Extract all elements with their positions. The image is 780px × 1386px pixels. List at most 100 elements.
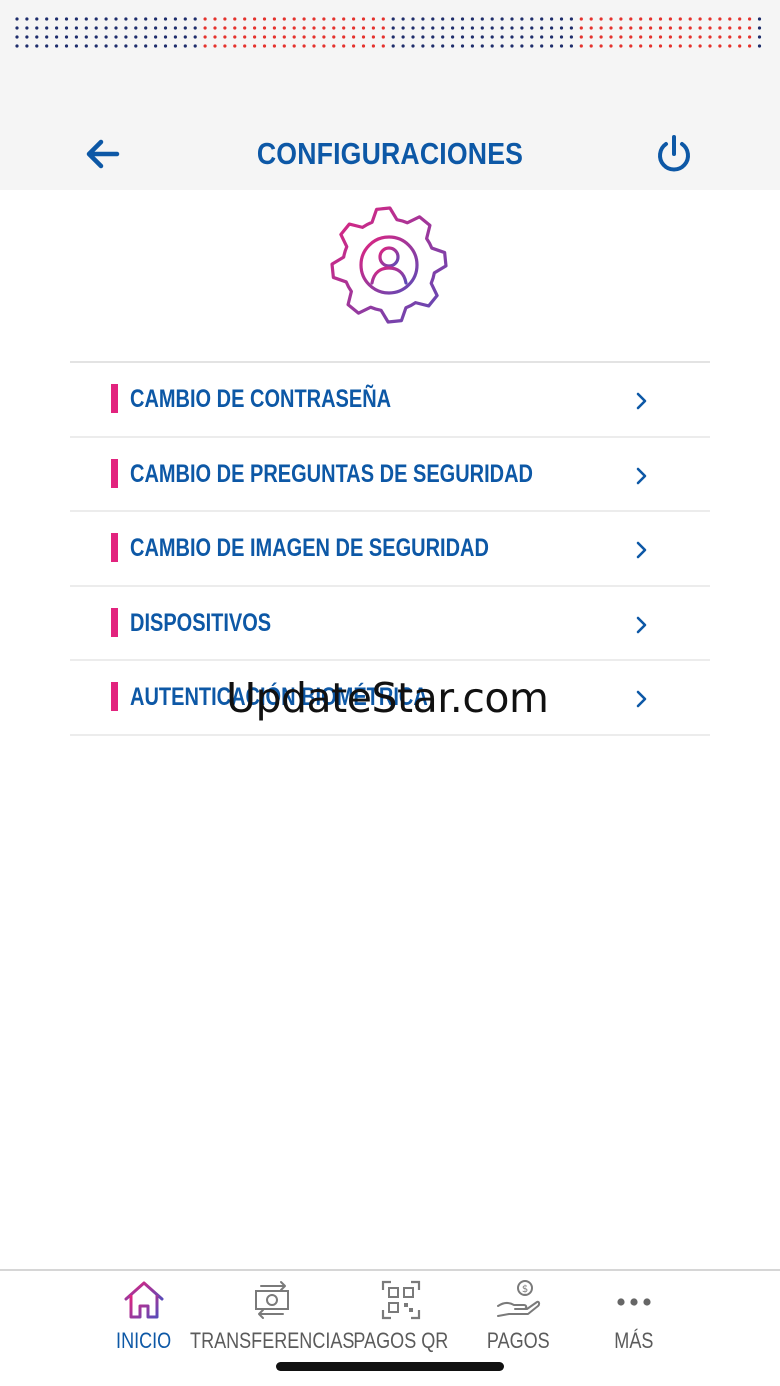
- menu-item-accent: [111, 607, 118, 637]
- menu-item-change-security-questions[interactable]: CAMBIO DE PREGUNTAS DE SEGURIDAD: [70, 438, 710, 512]
- decor-dot: [609, 35, 613, 39]
- decor-dot: [253, 26, 257, 30]
- page-title: CONFIGURACIONES: [256, 136, 524, 171]
- decor-dot: [639, 17, 643, 21]
- decor-dot: [668, 44, 673, 48]
- menu-item-change-password[interactable]: CAMBIO DE CONTRASEÑA: [70, 363, 710, 438]
- decor-dot: [401, 44, 405, 48]
- tab-transferencias[interactable]: TRANSFERENCIAS: [190, 1271, 354, 1371]
- decor-dot: [104, 44, 108, 48]
- decor-dot: [35, 26, 39, 30]
- decor-dot: [114, 44, 118, 48]
- decor-dot: [183, 44, 187, 48]
- decor-dot: [678, 26, 682, 30]
- decor-dot: [451, 26, 455, 30]
- decor-dot: [342, 44, 346, 48]
- decor-dot: [352, 35, 356, 39]
- decor-dot: [757, 44, 762, 48]
- decor-dot: [154, 44, 158, 48]
- decor-dot: [411, 35, 415, 39]
- decor-dot: [480, 44, 484, 48]
- decor-dot: [510, 26, 514, 30]
- decor-dot: [223, 26, 227, 30]
- tab-inicio[interactable]: INICIO: [98, 1271, 190, 1371]
- decor-dot: [649, 26, 653, 30]
- decor-dot: [15, 44, 19, 48]
- decor-dot: [569, 44, 574, 48]
- decor-dot: [213, 44, 217, 48]
- decor-dot: [104, 35, 108, 39]
- tab-mas[interactable]: MÁS: [588, 1271, 680, 1371]
- decor-dot: [15, 26, 19, 30]
- decor-dot: [243, 44, 247, 48]
- decor-dot: [223, 17, 227, 21]
- decor-dot: [708, 35, 712, 39]
- decor-dot: [94, 26, 98, 30]
- tab-pagos[interactable]: $ PAGOS: [472, 1271, 564, 1371]
- decor-dot: [213, 26, 217, 30]
- decor-dot: [559, 44, 564, 48]
- tab-pagos-qr[interactable]: PAGOS QR: [350, 1271, 452, 1371]
- decor-dot: [748, 35, 752, 39]
- decor-dot: [233, 17, 237, 21]
- decor-dot: [569, 26, 574, 30]
- decor-dot: [183, 26, 187, 30]
- decor-dot: [144, 26, 148, 30]
- decor-dot: [154, 17, 158, 21]
- menu-item-label: CAMBIO DE PREGUNTAS DE SEGURIDAD: [130, 459, 533, 488]
- tab-label: INICIO: [116, 1328, 172, 1353]
- decor-dot: [55, 44, 59, 48]
- logout-button[interactable]: [650, 132, 698, 176]
- back-button[interactable]: [78, 134, 126, 174]
- decor-dot: [451, 35, 455, 39]
- decor-dot: [668, 26, 673, 30]
- decor-dot: [203, 35, 207, 39]
- decor-dot: [163, 44, 168, 48]
- decor-dot: [154, 26, 158, 30]
- decor-dot: [381, 35, 385, 39]
- menu-item-label: DISPOSITIVOS: [130, 608, 272, 637]
- decor-dot: [748, 44, 752, 48]
- decor-dot: [579, 17, 583, 21]
- decor-dot: [688, 44, 692, 48]
- decor-dot: [84, 26, 88, 30]
- decor-dot: [64, 35, 69, 39]
- decor-dot: [728, 26, 732, 30]
- decor-dot: [688, 35, 692, 39]
- decor-dot: [421, 44, 425, 48]
- decor-dot: [708, 26, 712, 30]
- decor-dot: [658, 35, 663, 39]
- decor-dot: [629, 26, 633, 30]
- decor-dot: [25, 35, 29, 39]
- decor-dot: [629, 17, 633, 21]
- decor-dot: [262, 35, 267, 39]
- decor-dot: [609, 17, 613, 21]
- svg-text:$: $: [522, 1284, 528, 1295]
- decor-dot: [114, 35, 118, 39]
- decor-dot: [282, 44, 286, 48]
- more-dots-icon: [617, 1298, 651, 1306]
- decor-dot: [55, 26, 59, 30]
- decor-dot: [441, 35, 445, 39]
- decor-dot: [361, 17, 366, 21]
- decor-dot: [213, 17, 217, 21]
- decor-dot: [84, 35, 88, 39]
- hand-coin-icon: $: [497, 1280, 541, 1317]
- decor-dot: [312, 35, 316, 39]
- chevron-right-icon: [636, 392, 647, 410]
- menu-item-devices[interactable]: DISPOSITIVOS: [70, 587, 710, 661]
- decor-dot: [292, 35, 296, 39]
- decor-dot: [342, 35, 346, 39]
- decor-dot: [233, 44, 237, 48]
- decor-dot: [431, 17, 435, 21]
- decor-dot: [371, 17, 375, 21]
- decor-dot: [520, 26, 524, 30]
- decor-dot: [203, 44, 207, 48]
- decor-dot: [35, 44, 39, 48]
- decor-dot: [183, 17, 187, 21]
- decor-dot: [332, 26, 336, 30]
- decor-dot: [540, 26, 544, 30]
- decor-dot: [302, 35, 306, 39]
- menu-item-change-security-image[interactable]: CAMBIO DE IMAGEN DE SEGURIDAD: [70, 512, 710, 587]
- decor-dot: [104, 26, 108, 30]
